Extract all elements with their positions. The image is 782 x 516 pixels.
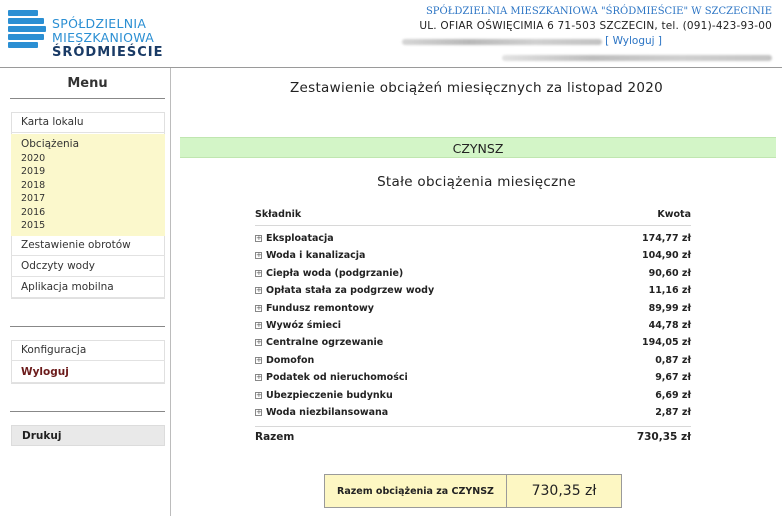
row-name: Ubezpieczenie budynku	[266, 389, 393, 401]
header-logout-link[interactable]: [ Wyloguj ]	[605, 35, 662, 47]
table-header: Składnik Kwota	[255, 207, 691, 225]
expand-icon[interactable]: +	[255, 269, 262, 277]
table-row[interactable]: + Domofon 0,87 zł	[255, 353, 691, 370]
sidebar-item-konfiguracja[interactable]: Konfiguracja	[11, 340, 165, 361]
row-amount: 104,90 zł	[641, 250, 691, 262]
row-amount: 6,69 zł	[655, 389, 691, 401]
total-label: Razem	[255, 431, 295, 443]
total-divider	[255, 426, 691, 427]
row-name: Fundusz remontowy	[266, 302, 374, 314]
print-button[interactable]: Drukuj	[11, 425, 165, 446]
table-row[interactable]: + Fundusz remontowy 89,99 zł	[255, 301, 691, 318]
cooperative-address: UL. OFIAR OŚWIĘCIMIA 6 71-503 SZCZECIN, …	[419, 20, 772, 32]
row-name: Eksploatacja	[266, 233, 334, 244]
sidebar-item-odczyty-wody[interactable]: Odczyty wody	[11, 256, 165, 277]
sidebar-menu: Menu Karta lokalu Obciążenia 2020 2019 2…	[0, 68, 171, 516]
sidebar-year-2015[interactable]: 2015	[21, 219, 165, 232]
logo-line3: ŚRÓDMIEŚCIE	[52, 45, 164, 60]
row-name: Woda niezbilansowana	[266, 406, 389, 418]
table-body: + Eksploatacja 174,77 zł + Woda i kanalizac…	[255, 231, 691, 422]
sidebar-item-obciazenia[interactable]: Obciążenia 2020 2019 2018 2017 2016 2015	[11, 134, 165, 236]
summary-label: Razem obciążenia za CZYNSZ	[325, 475, 507, 507]
row-name: Centralne ogrzewanie	[266, 337, 384, 349]
sidebar-year-2019[interactable]: 2019	[21, 165, 165, 178]
sidebar-year-2017[interactable]: 2017	[21, 192, 165, 205]
row-name: Woda i kanalizacja	[266, 250, 366, 262]
row-amount: 174,77 zł	[641, 233, 691, 244]
column-header-component: Składnik	[255, 209, 302, 220]
table-row[interactable]: + Opłata stała za podgrzew wody 11,16 zł	[255, 283, 691, 300]
logo-building-icon	[8, 10, 46, 52]
sidebar-year-2016[interactable]: 2016	[21, 206, 165, 219]
header-info: SPÓŁDZIELNIA MIESZKANIOWA "ŚRÓDMIEŚCIE" …	[402, 6, 772, 61]
table-header-divider	[255, 225, 691, 226]
expand-icon[interactable]: +	[255, 408, 262, 416]
table-row[interactable]: + Ciepła woda (podgrzanie) 90,60 zł	[255, 266, 691, 283]
logo-line1: SPÓŁDZIELNIA	[52, 16, 147, 31]
page-title: Zestawienie obciążeń miesięcznych za lis…	[289, 80, 664, 96]
expand-icon[interactable]: +	[255, 339, 262, 347]
row-amount: 9,67 zł	[655, 372, 691, 384]
row-name: Wywóz śmieci	[266, 319, 341, 331]
redacted-user-name	[402, 39, 602, 45]
section-subtitle: Stałe obciążenia miesięczne	[377, 174, 576, 190]
sidebar-item-zestawienie-obrotow[interactable]: Zestawienie obrotów	[11, 235, 165, 256]
row-name: Opłata stała za podgrzew wody	[266, 285, 435, 297]
column-header-amount: Kwota	[657, 209, 691, 220]
row-amount: 44,78 zł	[648, 319, 691, 331]
row-name: Podatek od nieruchomości	[266, 372, 408, 384]
sidebar-item-label: Obciążenia	[21, 138, 80, 150]
expand-icon[interactable]: +	[255, 252, 262, 260]
expand-icon[interactable]: +	[255, 235, 262, 242]
table-row[interactable]: + Woda i kanalizacja 104,90 zł	[255, 248, 691, 265]
expand-icon[interactable]: +	[255, 374, 262, 382]
table-row[interactable]: + Centralne ogrzewanie 194,05 zł	[255, 335, 691, 352]
sidebar-item-wyloguj[interactable]: Wyloguj	[11, 362, 165, 383]
expand-icon[interactable]: +	[255, 321, 262, 329]
row-amount: 194,05 zł	[641, 337, 691, 349]
summary-amount: 730,35 zł	[531, 483, 597, 499]
row-amount: 0,87 zł	[655, 354, 691, 366]
table-total-row: Razem 730,35 zł	[255, 431, 691, 447]
section-header: CZYNSZ	[180, 137, 776, 158]
page-header: SPÓŁDZIELNIA MIESZKANIOWA ŚRÓDMIEŚCIE SP…	[0, 0, 782, 68]
menu-divider	[10, 326, 165, 327]
row-name: Domofon	[266, 354, 315, 366]
table-row[interactable]: + Eksploatacja 174,77 zł	[255, 231, 691, 248]
table-row[interactable]: + Woda niezbilansowana 2,87 zł	[255, 405, 691, 422]
row-amount: 2,87 zł	[655, 406, 691, 418]
table-row[interactable]: + Wywóz śmieci 44,78 zł	[255, 318, 691, 335]
sidebar-item-aplikacja-mobilna[interactable]: Aplikacja mobilna	[11, 277, 165, 298]
sidebar-year-2018[interactable]: 2018	[21, 179, 165, 192]
logo-text: SPÓŁDZIELNIA MIESZKANIOWA ŚRÓDMIEŚCIE	[52, 17, 164, 60]
charges-table: Składnik Kwota + Eksploatacja 174,77 zł + W…	[255, 207, 691, 443]
cooperative-logo[interactable]: SPÓŁDZIELNIA MIESZKANIOWA ŚRÓDMIEŚCIE	[8, 8, 163, 60]
table-row[interactable]: + Podatek od nieruchomości 9,67 zł	[255, 370, 691, 387]
user-info: [ Wyloguj ]	[402, 35, 772, 61]
menu-title: Menu	[67, 76, 108, 91]
row-amount: 89,99 zł	[648, 302, 691, 314]
row-name: Ciepła woda (podgrzanie)	[266, 267, 404, 279]
expand-icon[interactable]: +	[255, 287, 262, 295]
menu-divider	[10, 411, 165, 412]
table-row[interactable]: + Ubezpieczenie budynku 6,69 zł	[255, 388, 691, 405]
expand-icon[interactable]: +	[255, 391, 262, 399]
main-content: Zestawienie obciążeń miesięcznych za lis…	[171, 68, 782, 516]
row-amount: 11,16 zł	[648, 285, 691, 297]
logo-line2: MIESZKANIOWA	[52, 30, 155, 45]
sidebar-item-karta-lokalu[interactable]: Karta lokalu	[11, 112, 165, 133]
menu-divider	[10, 98, 165, 99]
redacted-user-address	[502, 55, 772, 61]
summary-box: Razem obciążenia za CZYNSZ 730,35 zł	[324, 474, 622, 508]
expand-icon[interactable]: +	[255, 356, 262, 364]
total-amount: 730,35 zł	[636, 431, 691, 443]
cooperative-name: SPÓŁDZIELNIA MIESZKANIOWA "ŚRÓDMIEŚCIE" …	[425, 6, 772, 17]
expand-icon[interactable]: +	[255, 304, 262, 312]
row-amount: 90,60 zł	[648, 267, 691, 279]
sidebar-year-2020[interactable]: 2020	[21, 152, 165, 165]
